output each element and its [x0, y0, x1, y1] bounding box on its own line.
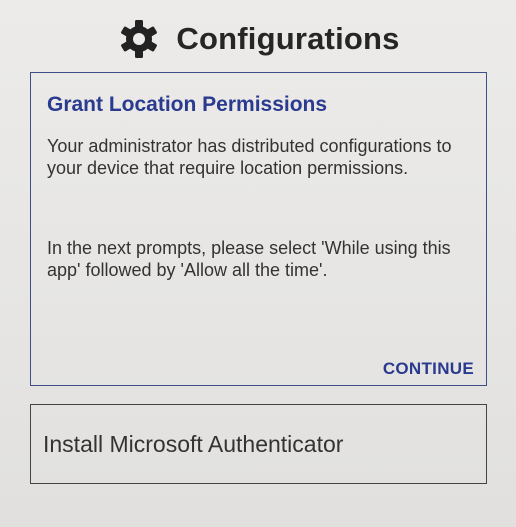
card-description: Your administrator has distributed confi… [47, 136, 452, 178]
page-title: Configurations [176, 21, 400, 56]
list-item-install-microsoft-authenticator[interactable]: Install Microsoft Authenticator [30, 404, 487, 484]
configurations-screen: Configurations Grant Location Permission… [0, 0, 516, 527]
gear-icon [116, 16, 162, 62]
card-instructions: In the next prompts, please select 'Whil… [47, 238, 451, 280]
continue-button[interactable]: CONTINUE [383, 359, 474, 379]
header: Configurations [0, 10, 516, 68]
card-title: Grant Location Permissions [47, 93, 328, 116]
location-permissions-card: Grant Location Permissions Your administ… [30, 72, 487, 386]
list-item-label: Install Microsoft Authenticator [43, 430, 344, 457]
